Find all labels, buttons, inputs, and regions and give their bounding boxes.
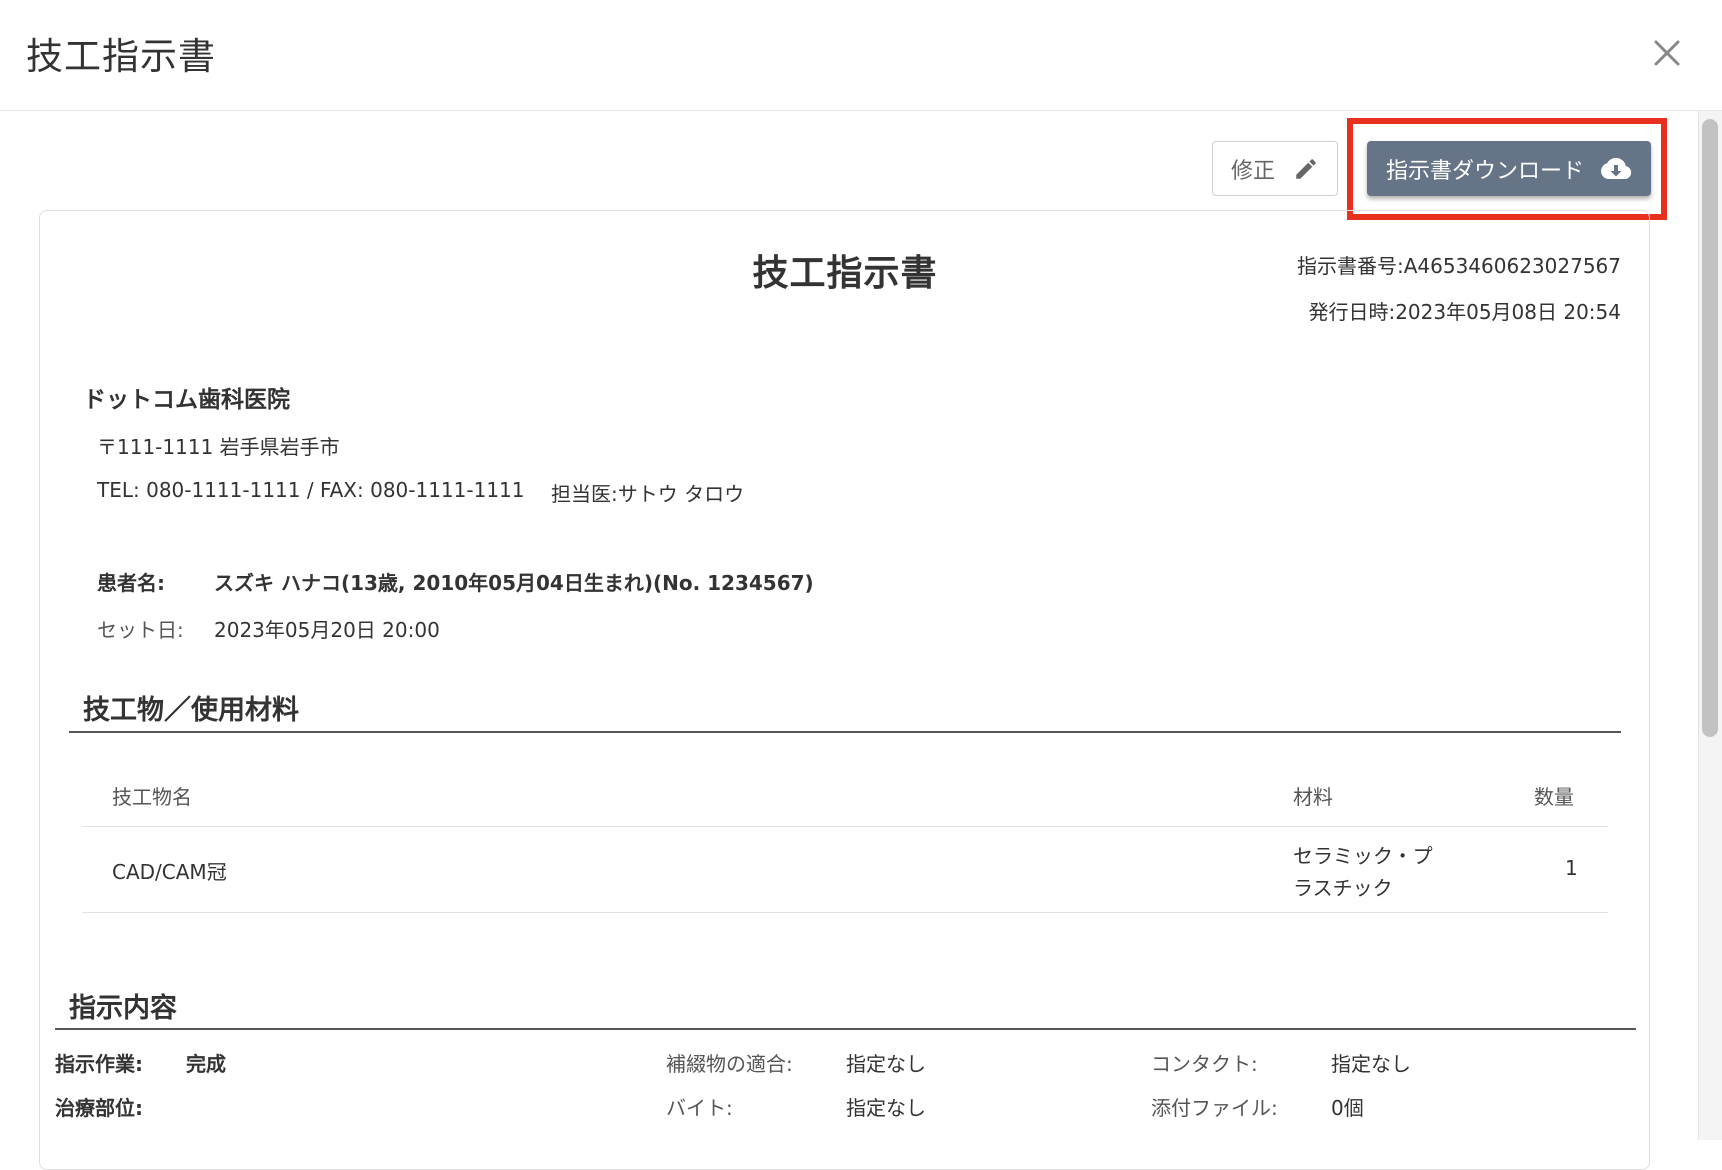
attending-doctor: 担当医:サトウ タロウ <box>551 482 745 506</box>
edit-button-label: 修正 <box>1230 158 1275 184</box>
modal-header: 技工指示書 <box>0 0 1722 111</box>
patient-name-value: スズキ ハナコ(13歳, 2010年05月04日生まれ)(No. 1234567… <box>214 571 814 595</box>
work-label: 指示作業: <box>55 1052 143 1076</box>
issued-datetime: 発行日時:2023年05月08日 20:54 <box>1308 300 1621 324</box>
instructions-section-title: 指示内容 <box>69 993 177 1024</box>
col-quantity: 数量 <box>1534 785 1574 809</box>
attachment-value: 0個 <box>1331 1096 1364 1120</box>
product-name-cell: CAD/CAM冠 <box>112 860 227 884</box>
products-section-rule <box>69 731 1621 733</box>
clinic-contact: TEL: 080-1111-1111 / FAX: 080-1111-1111 <box>97 478 525 502</box>
attachment-label: 添付ファイル: <box>1151 1096 1278 1120</box>
table-header-divider <box>82 826 1608 827</box>
quantity-cell: 1 <box>1565 856 1578 880</box>
products-section-title: 技工物／使用材料 <box>83 695 299 726</box>
close-icon[interactable] <box>1650 36 1684 70</box>
download-button-label: 指示書ダウンロード <box>1385 158 1584 184</box>
set-date-label: セット日: <box>97 618 184 642</box>
treatment-site-label: 治療部位: <box>55 1096 143 1120</box>
document-number: 指示書番号:A4653460623027567 <box>1296 254 1621 278</box>
clinic-name: ドットコム歯科医院 <box>83 387 290 413</box>
download-button[interactable]: 指示書ダウンロード <box>1367 141 1651 196</box>
bite-label: バイト: <box>666 1096 733 1120</box>
table-row-divider <box>82 912 1608 913</box>
col-material: 材料 <box>1293 785 1333 809</box>
scrollbar-thumb[interactable] <box>1702 119 1718 737</box>
clinic-address: 〒111-1111 岩手県岩手市 <box>97 435 340 459</box>
contact-value: 指定なし <box>1331 1052 1411 1076</box>
cloud-download-icon <box>1600 157 1632 181</box>
material-cell-line1: セラミック・プ <box>1293 844 1433 868</box>
work-value: 完成 <box>186 1052 226 1076</box>
col-product-name: 技工物名 <box>112 785 192 809</box>
instructions-section-rule <box>55 1028 1636 1030</box>
bite-value: 指定なし <box>846 1096 926 1120</box>
fit-label: 補綴物の適合: <box>666 1052 793 1076</box>
contact-label: コンタクト: <box>1151 1052 1258 1076</box>
material-cell-line2: ラスチック <box>1293 876 1393 900</box>
fit-value: 指定なし <box>846 1052 926 1076</box>
edit-button[interactable]: 修正 <box>1212 141 1338 196</box>
modal-title: 技工指示書 <box>26 35 216 78</box>
patient-name-label: 患者名: <box>97 571 165 595</box>
pencil-icon <box>1293 156 1319 182</box>
set-date-value: 2023年05月20日 20:00 <box>214 618 440 642</box>
